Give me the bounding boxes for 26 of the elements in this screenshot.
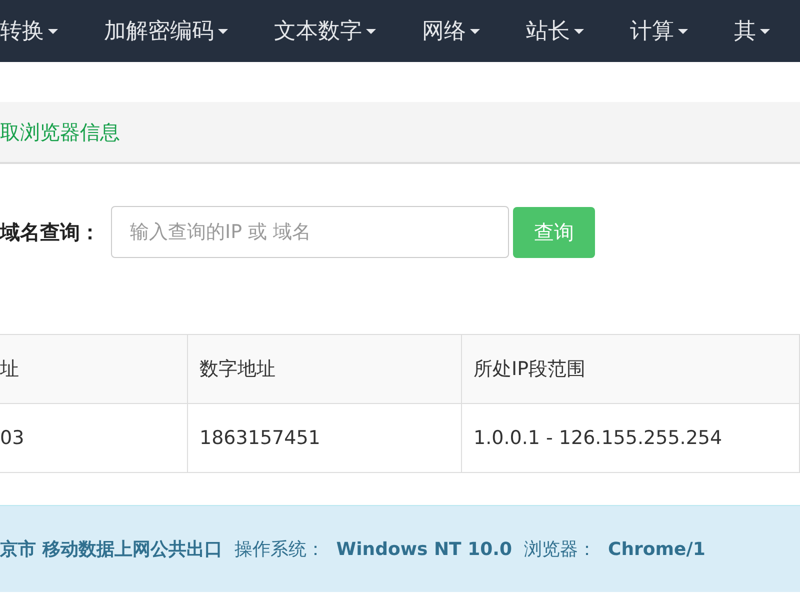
caret-icon	[760, 28, 770, 34]
nav-menu-item[interactable]: 计算	[630, 16, 688, 46]
nav-menu-item[interactable]: 站长	[526, 16, 584, 46]
search-field[interactable]: 输入查询的IP 或 域名	[111, 206, 509, 258]
column-header: 数字地址	[187, 334, 461, 404]
nav-menu-item[interactable]: 其	[734, 16, 770, 46]
caret-icon	[470, 28, 480, 34]
column-header: 所处IP段范围	[461, 334, 800, 404]
info-value: Windows NT 10.0	[336, 538, 512, 560]
table-cell: 1863157451	[187, 404, 461, 472]
nav-menu-item[interactable]: 文本数字	[274, 16, 376, 46]
info-label: 浏览器：	[524, 538, 596, 561]
nav-menu-item[interactable]: 转换	[0, 16, 58, 46]
caret-icon	[218, 28, 228, 34]
caret-icon	[678, 28, 688, 34]
info-value: Chrome/1	[608, 538, 706, 560]
caret-icon	[48, 28, 58, 34]
caret-icon	[366, 28, 376, 34]
info-label: 操作系统：	[234, 538, 324, 561]
nav-menu-item[interactable]: 加解密编码	[104, 16, 228, 46]
table-cell: 03	[0, 404, 187, 472]
nav-menu-item[interactable]: 网络	[422, 16, 480, 46]
caret-icon	[574, 28, 584, 34]
column-header: 址	[0, 334, 187, 404]
table-cell: 1.0.0.1 - 126.155.255.254	[461, 404, 800, 472]
info-value: 京市 移动数据上网公共出口	[0, 538, 222, 561]
